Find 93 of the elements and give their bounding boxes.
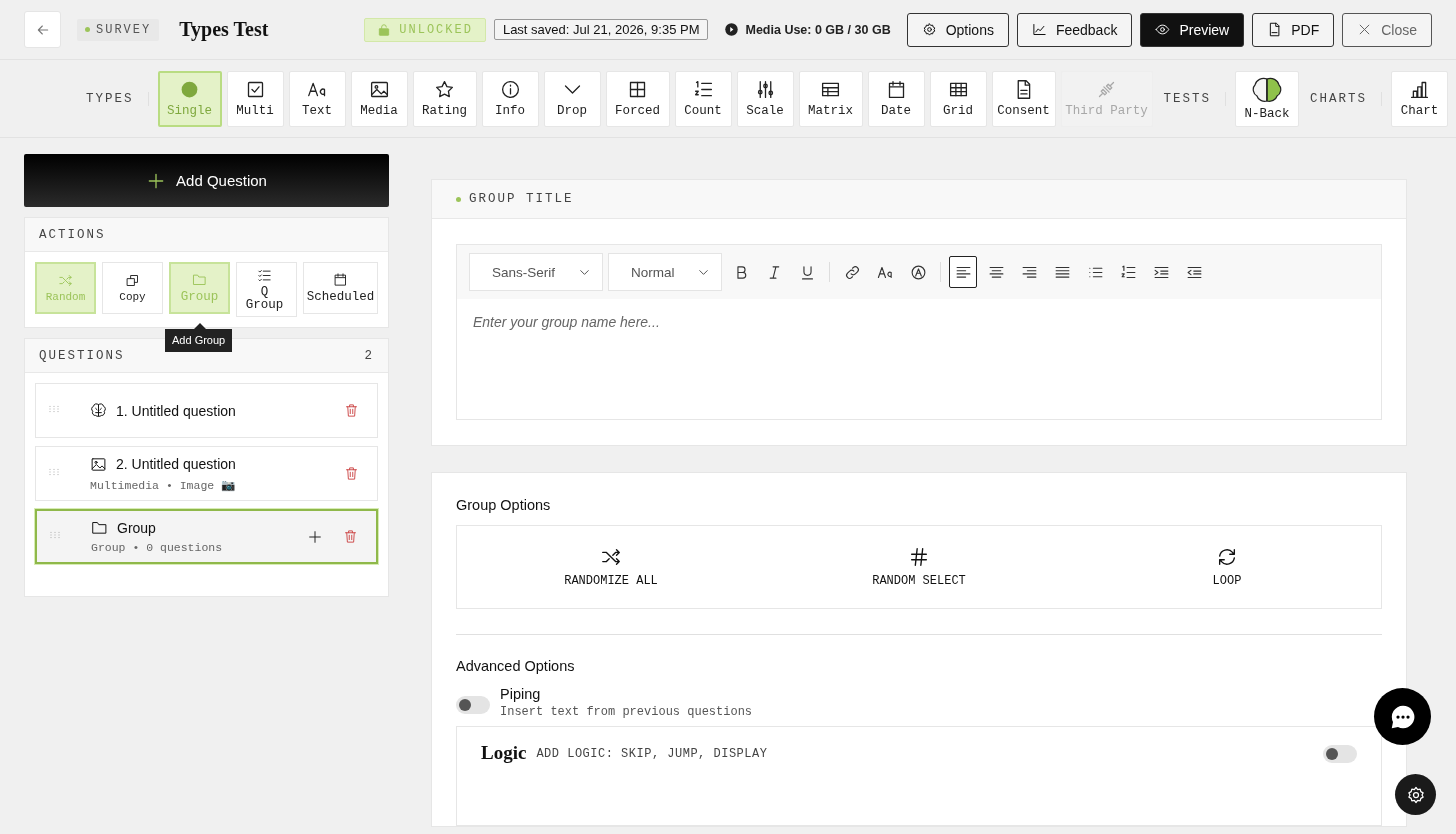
question-type-button[interactable]: Grid xyxy=(929,70,987,127)
question-type-button[interactable]: Multi xyxy=(226,70,284,127)
question-item[interactable]: Group Group • 0 questions xyxy=(35,509,378,564)
question-title: Group xyxy=(117,519,156,536)
folder-icon xyxy=(91,519,108,536)
header-button[interactable]: PDF xyxy=(1252,12,1335,47)
header-button[interactable]: Feedback xyxy=(1016,12,1133,47)
question-item[interactable]: 2. Untitled question Multimedia • Image 📷 xyxy=(35,446,378,501)
loop-icon xyxy=(1216,546,1238,568)
question-title: 1. Untitled question xyxy=(116,402,236,419)
gear-icon xyxy=(921,22,937,37)
tooltip: Add Group xyxy=(165,323,233,352)
gear-icon xyxy=(1405,784,1426,805)
piping-label: Piping xyxy=(500,686,542,702)
question-subtitle: Multimedia • Image 📷 xyxy=(90,477,237,492)
logic-description: ADD LOGIC: SKIP, JUMP, DISPLAY xyxy=(536,747,769,761)
header-button[interactable]: Preview xyxy=(1140,12,1245,47)
toolbar-section-label: CHARTS xyxy=(1310,91,1383,106)
question-type-button[interactable]: Chart xyxy=(1391,70,1449,127)
link-icon xyxy=(843,263,861,281)
logic-title: Logic xyxy=(481,742,527,764)
document-icon xyxy=(1267,22,1283,37)
question-type-button[interactable]: Consent xyxy=(991,70,1056,127)
copy-icon xyxy=(125,273,140,288)
lock-status-badge: UNLOCKED xyxy=(364,17,486,42)
advanced-options-heading: Advanced Options xyxy=(456,658,576,674)
calendar-icon xyxy=(333,272,348,287)
add-question-button[interactable]: Add Question xyxy=(24,154,389,207)
size-dropdown[interactable]: Normal xyxy=(608,253,722,291)
question-type-button[interactable]: N-Back xyxy=(1235,70,1300,127)
media-usage: Media Use: 0 GB / 30 GB xyxy=(724,22,891,37)
trash-icon xyxy=(343,529,358,544)
numbered-list-icon xyxy=(1119,263,1137,281)
question-type-button[interactable]: Scale xyxy=(736,70,794,127)
filled-circle-icon xyxy=(179,79,200,100)
actions-heading: ACTIONS xyxy=(39,227,106,242)
group-title-heading: GROUP TITLE xyxy=(469,192,574,206)
brain-icon xyxy=(90,402,107,419)
question-item[interactable]: 1. Untitled question xyxy=(35,383,378,438)
group-options-heading: Group Options xyxy=(456,497,552,513)
header-button[interactable]: Options xyxy=(906,12,1009,47)
group-option-button[interactable]: LOOP xyxy=(1073,526,1381,608)
image-icon xyxy=(90,455,107,473)
header-button[interactable]: Close xyxy=(1342,12,1432,47)
question-type-button[interactable]: Rating xyxy=(412,70,477,127)
question-type-button[interactable]: Matrix xyxy=(798,70,863,127)
question-type-button[interactable]: Date xyxy=(867,70,925,127)
image-icon xyxy=(368,79,390,100)
folder-icon xyxy=(192,272,207,287)
questions-heading: QUESTIONS xyxy=(39,348,125,363)
question-type-button[interactable]: Info xyxy=(481,70,539,127)
grid-icon xyxy=(627,79,648,100)
question-title: 2. Untitled question xyxy=(116,456,236,472)
last-saved-label: Last saved: Jul 21, 2026, 9:35 PM xyxy=(493,19,709,40)
plus-icon xyxy=(307,528,323,545)
piping-description: Insert text from previous questions xyxy=(500,705,753,719)
toolbar-section-label: TYPES xyxy=(86,91,149,106)
action-button[interactable]: Scheduled xyxy=(303,262,378,314)
survey-badge: SURVEY xyxy=(77,18,160,41)
format-button[interactable] xyxy=(949,256,977,288)
survey-title: Types Test xyxy=(179,18,269,41)
action-button[interactable]: Copy xyxy=(102,262,163,314)
info-icon xyxy=(499,79,521,100)
bar-chart-icon xyxy=(1409,79,1431,100)
shuffle-icon xyxy=(58,273,73,288)
question-count: 2 xyxy=(364,348,374,363)
lock-icon xyxy=(377,22,392,37)
shuffle-icon xyxy=(600,546,622,568)
brain-icon xyxy=(1252,76,1283,103)
question-type-button[interactable]: Drop xyxy=(543,70,601,127)
checklist-icon xyxy=(257,268,272,283)
group-option-button[interactable]: RANDOMIZE ALL xyxy=(457,526,765,608)
trash-icon xyxy=(344,403,359,418)
hash-icon xyxy=(908,546,930,568)
question-type-button[interactable]: Text xyxy=(288,70,346,127)
question-type-button[interactable]: Forced xyxy=(605,70,670,127)
font-dropdown[interactable]: Sans-Serif xyxy=(469,253,603,291)
line-chart-icon xyxy=(1031,22,1047,37)
question-type-button[interactable]: Count xyxy=(674,70,732,127)
eye-icon xyxy=(1155,22,1171,37)
plug-icon xyxy=(1096,79,1117,100)
play-icon xyxy=(724,22,740,37)
settings-button[interactable] xyxy=(1395,774,1436,815)
question-type-button[interactable]: Media xyxy=(350,70,408,127)
trash-icon xyxy=(344,466,359,481)
toggle-switch[interactable] xyxy=(1323,745,1357,763)
circled-letter-icon xyxy=(909,263,927,281)
star-icon xyxy=(434,79,455,100)
group-option-button[interactable]: RANDOM SELECT xyxy=(765,526,1073,608)
toggle-switch[interactable] xyxy=(456,696,490,714)
toolbar-section-label: TESTS xyxy=(1163,91,1227,106)
question-subtitle: Group • 0 questions xyxy=(91,541,224,554)
action-button[interactable]: Q Group xyxy=(236,262,297,317)
